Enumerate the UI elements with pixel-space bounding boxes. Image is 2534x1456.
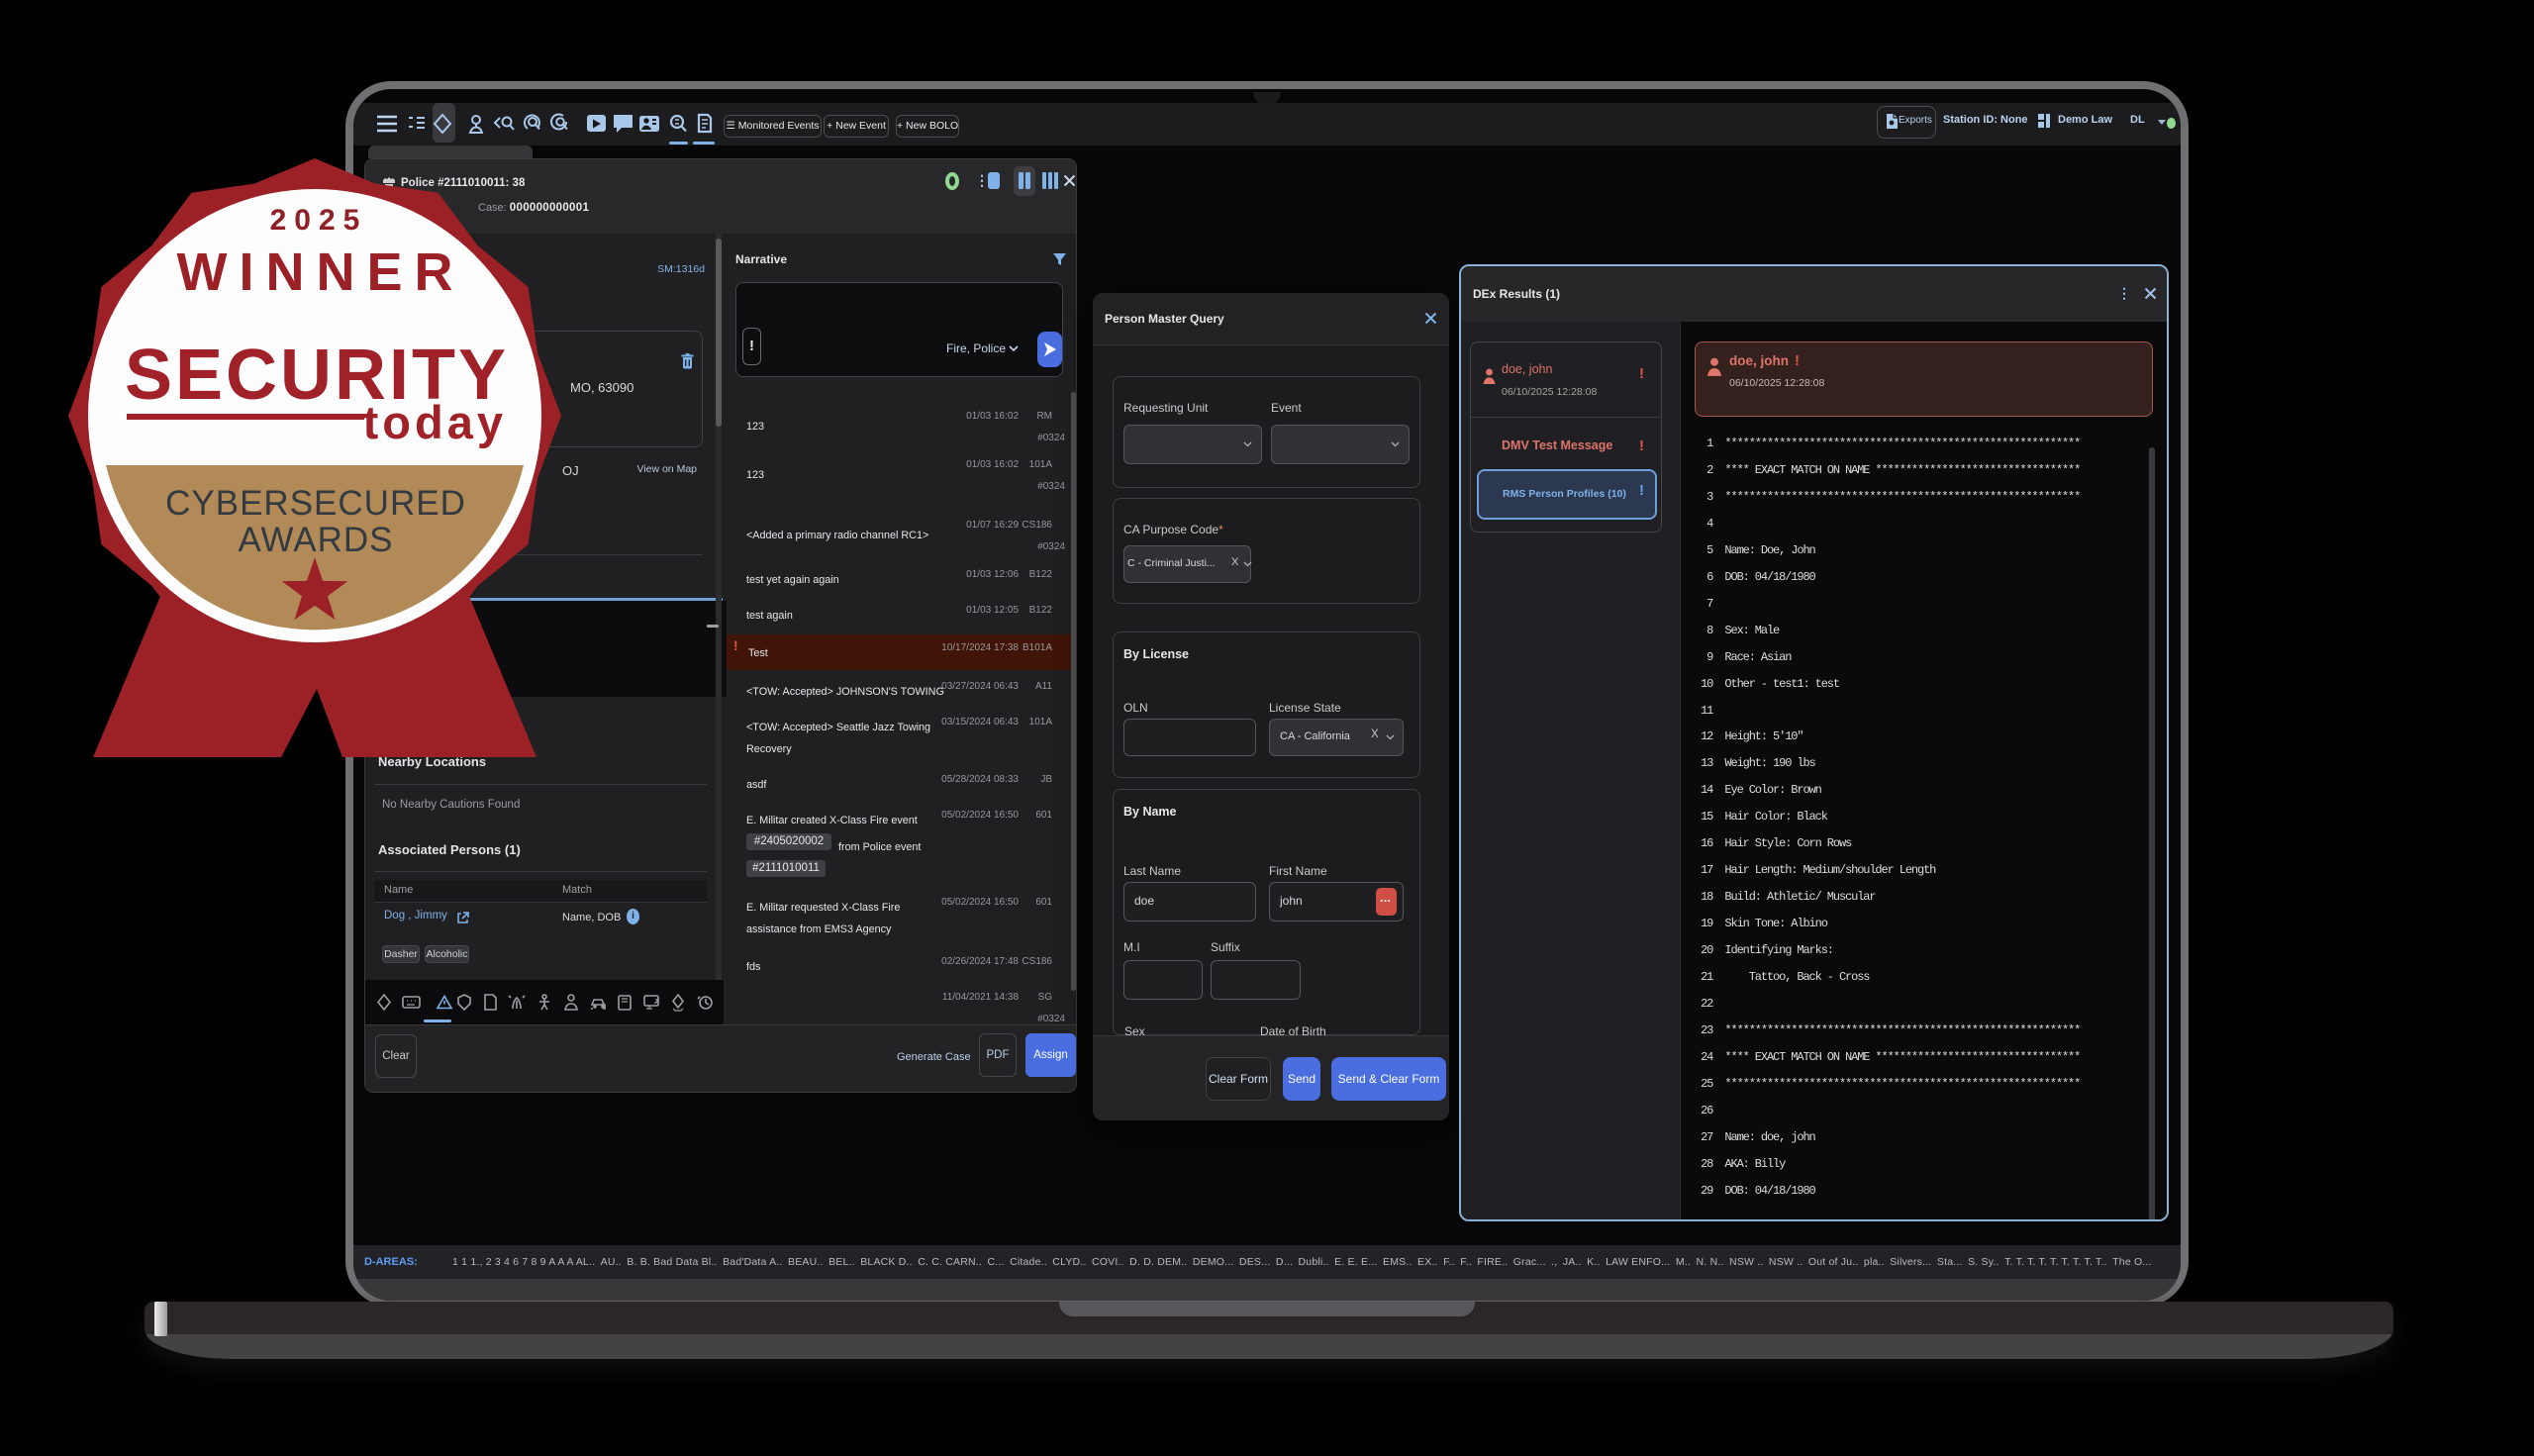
- svg-text:CYBERSECURED: CYBERSECURED: [165, 484, 466, 523]
- svg-text:today: today: [363, 396, 507, 448]
- svg-text:WINNER: WINNER: [177, 243, 465, 302]
- svg-text:2025: 2025: [270, 204, 368, 237]
- svg-text:AWARDS: AWARDS: [238, 521, 393, 559]
